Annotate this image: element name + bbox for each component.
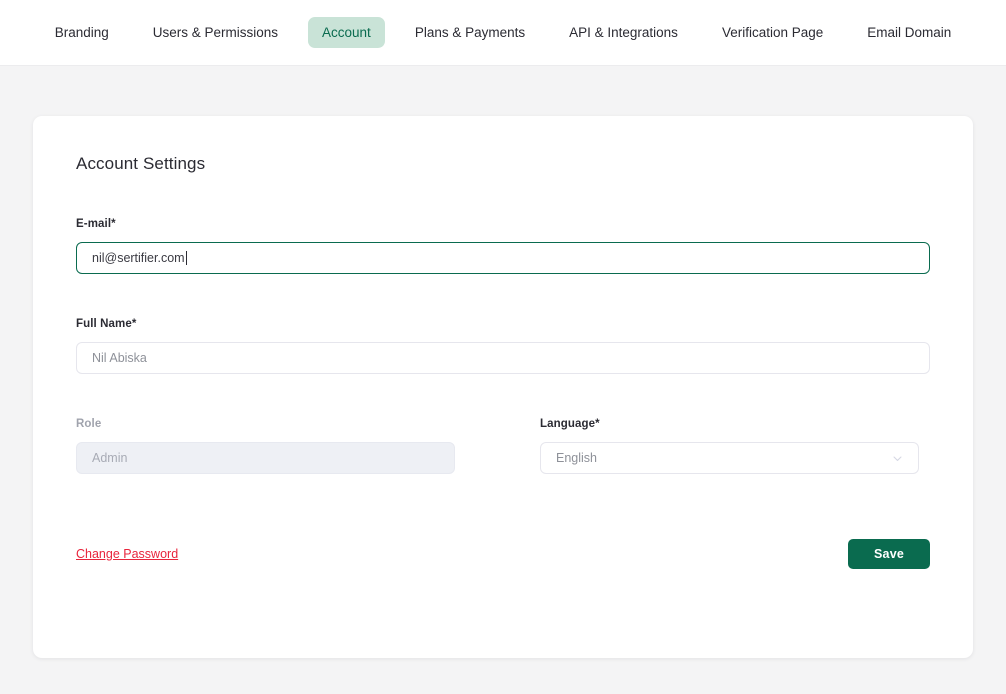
role-label: Role xyxy=(76,418,102,430)
settings-top-navigation: Branding Users & Permissions Account Pla… xyxy=(0,0,1006,66)
tab-email-domain[interactable]: Email Domain xyxy=(853,17,965,49)
tab-account[interactable]: Account xyxy=(308,16,385,49)
tab-users-permissions[interactable]: Users & Permissions xyxy=(139,17,292,49)
language-label: Language* xyxy=(540,418,600,430)
full-name-input-value: Nil Abiska xyxy=(92,351,147,365)
role-language-row: Role Admin Language* English xyxy=(76,418,930,474)
email-input[interactable]: nil@sertifier.com xyxy=(76,242,930,274)
language-select-value: English xyxy=(556,451,597,465)
role-input-value: Admin xyxy=(92,451,128,465)
role-input: Admin xyxy=(76,442,455,474)
tab-api-integrations[interactable]: API & Integrations xyxy=(555,17,692,49)
language-field-group: Language* English xyxy=(540,418,919,474)
nav-tab-list: Branding Users & Permissions Account Pla… xyxy=(33,16,974,49)
change-password-link[interactable]: Change Password xyxy=(76,547,178,561)
full-name-field-group: Full Name* Nil Abiska xyxy=(76,318,930,374)
full-name-input[interactable]: Nil Abiska xyxy=(76,342,930,374)
text-caret xyxy=(185,251,187,265)
language-select[interactable]: English xyxy=(540,442,919,474)
email-label: E-mail* xyxy=(76,218,116,230)
card-footer: Change Password Save xyxy=(76,539,930,569)
email-field-group: E-mail* nil@sertifier.com xyxy=(76,218,930,274)
role-field-group: Role Admin xyxy=(76,418,455,474)
email-input-value: nil@sertifier.com xyxy=(92,251,185,265)
account-settings-card: Account Settings E-mail* nil@sertifier.c… xyxy=(33,116,973,658)
page-title: Account Settings xyxy=(76,154,206,173)
tab-verification-page[interactable]: Verification Page xyxy=(708,17,837,49)
tab-branding[interactable]: Branding xyxy=(41,17,123,49)
save-button[interactable]: Save xyxy=(848,539,930,569)
chevron-down-icon xyxy=(893,455,902,461)
full-name-label: Full Name* xyxy=(76,318,137,330)
page-content: Account Settings E-mail* nil@sertifier.c… xyxy=(0,66,1006,658)
tab-plans-payments[interactable]: Plans & Payments xyxy=(401,17,539,49)
